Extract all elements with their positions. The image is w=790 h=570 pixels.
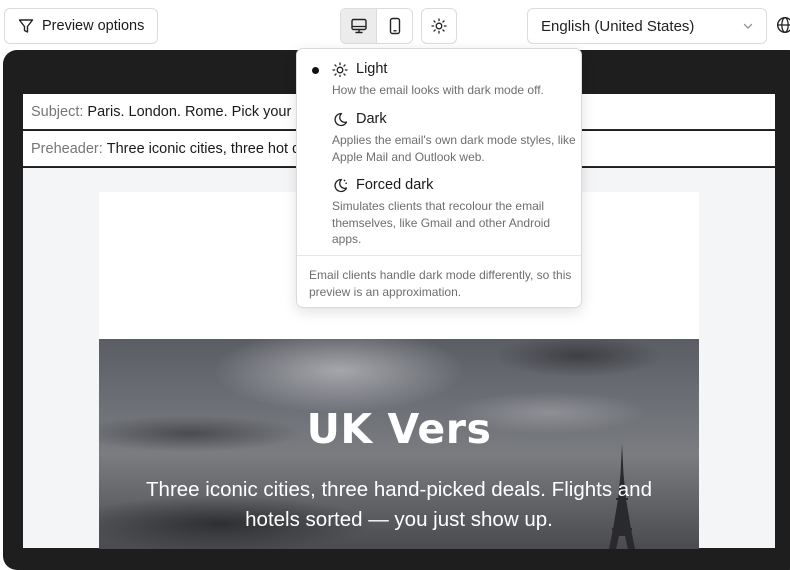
- theme-option-dark-description: Applies the email's own dark mode styles…: [332, 133, 576, 164]
- sun-icon: [332, 62, 348, 77]
- selected-indicator: [312, 67, 319, 74]
- filter-icon: [18, 19, 34, 33]
- hero-banner: UK Vers Three iconic cities, three hand-…: [99, 339, 699, 549]
- theme-menu-footnote: Email clients handle dark mode different…: [309, 268, 572, 299]
- theme-option-light[interactable]: Light How the email looks with dark mode…: [297, 61, 581, 101]
- theme-option-light-label: Light: [356, 61, 388, 77]
- moon-forced-icon: [334, 178, 348, 193]
- chevron-down-icon: [743, 23, 753, 29]
- hero-subtitle: Three iconic cities, three hand-picked d…: [146, 478, 652, 531]
- desktop-view-button[interactable]: [341, 9, 377, 43]
- theme-menu: Light How the email looks with dark mode…: [296, 48, 582, 308]
- theme-option-light-description: How the email looks with dark mode off.: [332, 83, 544, 97]
- hero-title: UK Vers: [306, 405, 492, 453]
- moon-icon: [334, 112, 348, 127]
- preview-options-label: Preview options: [42, 18, 145, 34]
- menu-divider: [297, 255, 581, 256]
- sun-icon: [431, 18, 447, 34]
- theme-mode-button[interactable]: [421, 8, 457, 44]
- preheader-label: Preheader:: [31, 140, 103, 157]
- theme-option-dark-label: Dark: [356, 111, 387, 127]
- theme-option-forced-dark-description: Simulates clients that recolour the emai…: [332, 199, 551, 246]
- mobile-view-button[interactable]: [377, 9, 412, 43]
- subject-label: Subject:: [31, 103, 84, 120]
- preview-options-button[interactable]: Preview options: [4, 8, 158, 44]
- monitor-icon: [350, 18, 367, 34]
- phone-icon: [389, 17, 400, 35]
- device-toggle-group: [340, 8, 413, 44]
- theme-option-forced-dark-label: Forced dark: [356, 177, 434, 193]
- globe-icon: [777, 17, 790, 33]
- language-select-value: English (United States): [541, 17, 695, 35]
- globe-button[interactable]: [776, 16, 790, 39]
- theme-option-forced-dark[interactable]: Forced dark Simulates clients that recol…: [297, 177, 581, 249]
- theme-option-dark[interactable]: Dark Applies the email's own dark mode s…: [297, 111, 581, 167]
- language-select[interactable]: English (United States): [527, 8, 767, 44]
